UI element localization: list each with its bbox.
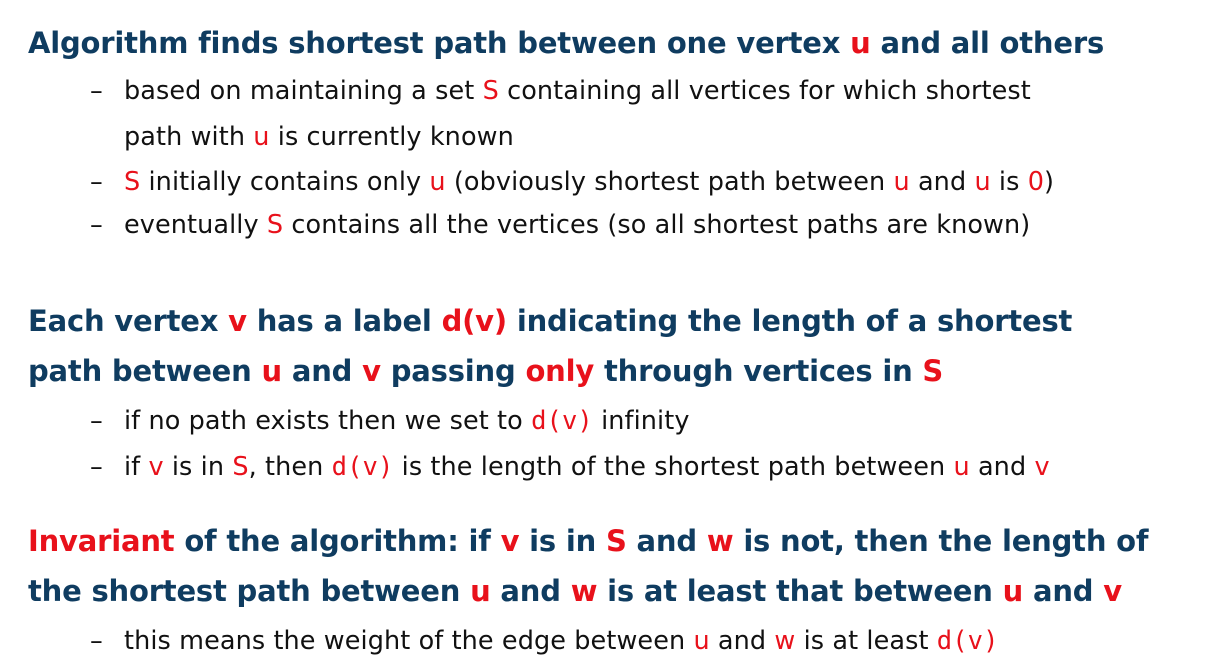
text-segment: and all others	[870, 26, 1105, 60]
bullet-dash: –	[90, 76, 103, 106]
highlight-term: w	[706, 524, 734, 558]
bullet-dash: –	[90, 406, 103, 436]
highlight-term: Invariant	[28, 524, 175, 558]
text-segment: containing all vertices for which shorte…	[498, 76, 1031, 106]
highlight-term: S	[922, 354, 944, 388]
highlight-term: w	[774, 626, 796, 656]
highlight-term: u	[1002, 574, 1024, 608]
text-segment: and	[490, 574, 571, 608]
section-1-bullet-1-line-2: path with u is currently known	[124, 122, 514, 152]
text-segment: and	[626, 524, 707, 558]
text-segment: and	[281, 354, 363, 388]
bullet-dash: –	[90, 452, 103, 482]
text-segment: Each vertex	[28, 304, 229, 338]
text-segment: is currently known	[269, 122, 514, 152]
highlight-term: u	[693, 626, 710, 656]
highlight-term: d(v)	[531, 406, 593, 436]
text-segment: eventually	[124, 210, 267, 240]
text-segment: if no path exists then we set to	[124, 406, 532, 436]
highlight-term: u	[893, 167, 910, 197]
text-segment: initially contains only	[140, 167, 430, 197]
text-segment: the shortest path between	[28, 574, 471, 608]
highlight-term: S	[266, 210, 284, 240]
highlight-term: only	[525, 354, 595, 388]
highlight-term: v	[500, 524, 520, 558]
highlight-term: d(v)	[441, 304, 508, 338]
highlight-term: S	[482, 76, 499, 106]
text-segment: has a label	[246, 304, 442, 338]
text-segment: this means the weight of the edge betwee…	[124, 626, 694, 656]
highlight-term: u	[253, 122, 270, 152]
text-segment: is in	[519, 524, 606, 558]
text-segment: infinity	[592, 406, 690, 436]
section-3-bullet-1: this means the weight of the edge betwee…	[124, 626, 999, 656]
highlight-term: S	[605, 524, 627, 558]
bullet-dash: –	[90, 626, 103, 656]
section-2-bullet-2: if v is in S, then d(v) is the length of…	[124, 452, 1050, 482]
section-1-bullet-1-line-1: based on maintaining a set S containing …	[124, 76, 1031, 106]
highlight-term: 0	[1027, 167, 1045, 197]
highlight-term: v	[1103, 574, 1122, 608]
text-segment: of the algorithm: if	[174, 524, 501, 558]
text-segment: is the length of the shortest path betwe…	[393, 452, 954, 482]
text-segment: and	[969, 452, 1035, 482]
text-segment: , then	[248, 452, 332, 482]
text-segment: is at least that between	[597, 574, 1003, 608]
section-1-heading-line-1: Algorithm finds shortest path between on…	[28, 26, 1104, 60]
text-segment: (obviously shortest path between	[445, 167, 894, 197]
highlight-term: u	[974, 167, 991, 197]
section-2-heading-line-2: path between u and v passing only throug…	[28, 354, 943, 388]
text-segment: )	[1044, 167, 1055, 197]
highlight-term: v	[148, 452, 164, 482]
text-segment: based on maintaining a set	[124, 76, 483, 106]
highlight-term: u	[850, 26, 871, 60]
text-segment: is at least	[795, 626, 937, 656]
text-segment: if	[124, 452, 149, 482]
section-1-bullet-2: S initially contains only u (obviously s…	[124, 167, 1054, 197]
highlight-term: v	[228, 304, 247, 338]
highlight-term: v	[362, 354, 381, 388]
highlight-term: S	[232, 452, 249, 482]
highlight-term: v	[1034, 452, 1050, 482]
text-segment: is not, then the length of	[733, 524, 1149, 558]
text-segment: is	[990, 167, 1028, 197]
highlight-term: u	[953, 452, 970, 482]
text-segment: path between	[28, 354, 262, 388]
section-3-heading-line-2: the shortest path between u and w is at …	[28, 574, 1122, 608]
text-segment: Algorithm finds shortest path between on…	[28, 26, 851, 60]
highlight-term: S	[124, 167, 141, 197]
text-segment: is in	[163, 452, 233, 482]
text-segment: and	[909, 167, 975, 197]
text-segment: through vertices in	[594, 354, 923, 388]
text-segment: path with	[124, 122, 254, 152]
highlight-term: w	[570, 574, 598, 608]
text-segment: contains all the vertices (so all shorte…	[283, 210, 1031, 240]
text-segment: passing	[380, 354, 526, 388]
section-2-heading-line-1: Each vertex v has a label d(v) indicatin…	[28, 304, 1072, 338]
text-segment: and	[709, 626, 775, 656]
text-segment: indicating the length of a shortest	[506, 304, 1073, 338]
section-2-bullet-1: if no path exists then we set to d(v) in…	[124, 406, 690, 436]
highlight-term: u	[470, 574, 491, 608]
bullet-dash: –	[90, 167, 103, 197]
text-segment: and	[1023, 574, 1104, 608]
highlight-term: u	[261, 354, 283, 388]
section-1-bullet-3: eventually S contains all the vertices (…	[124, 210, 1030, 240]
bullet-dash: –	[90, 210, 103, 240]
highlight-term: d(v)	[331, 452, 394, 482]
section-3-heading-line-1: Invariant of the algorithm: if v is in S…	[28, 524, 1149, 558]
highlight-term: d(v)	[936, 626, 999, 656]
highlight-term: u	[429, 167, 446, 197]
slide: Algorithm finds shortest path between on…	[0, 0, 1223, 672]
